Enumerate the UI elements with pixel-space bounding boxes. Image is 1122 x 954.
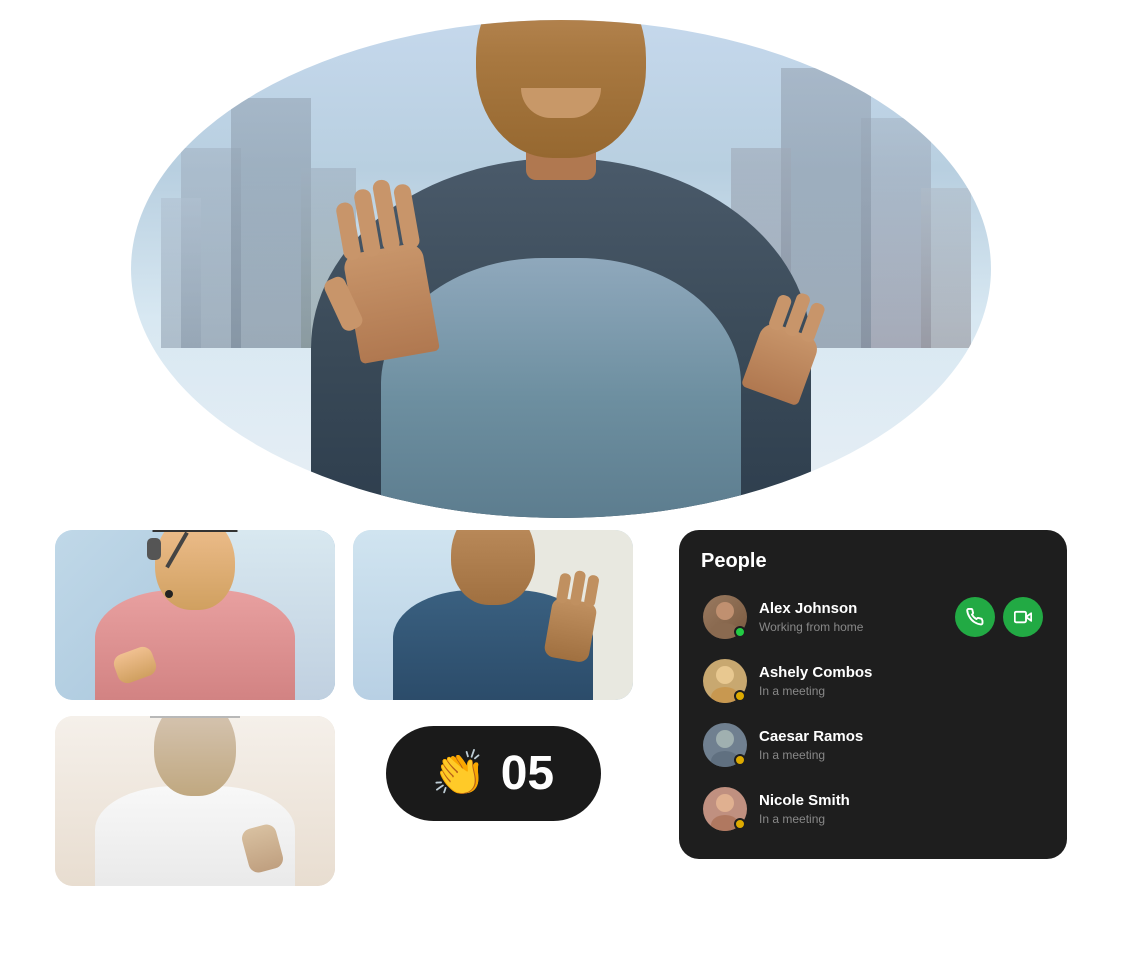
call-button-alex[interactable] xyxy=(955,597,995,637)
thumbnail-man-waving[interactable] xyxy=(353,530,633,700)
people-panel-title: People xyxy=(697,550,1049,573)
person-name-ashely: Ashely Combos xyxy=(759,664,1043,682)
status-dot-ashely xyxy=(734,690,746,702)
emoji-count: 05 xyxy=(501,750,554,798)
avatar-nicole xyxy=(703,787,747,831)
person-item-nicole[interactable]: Nicole Smith In a meeting xyxy=(697,779,1049,839)
main-video-oval xyxy=(131,20,991,518)
video-button-alex[interactable] xyxy=(1003,597,1043,637)
person-info-caesar: Caesar Ramos In a meeting xyxy=(759,728,1043,762)
avatar-alex xyxy=(703,595,747,639)
person-actions-alex xyxy=(955,597,1043,637)
person-name-alex: Alex Johnson xyxy=(759,600,943,618)
person-info-alex: Alex Johnson Working from home xyxy=(759,600,943,634)
status-dot-nicole xyxy=(734,818,746,830)
people-panel: People Alex Johnson Working from home xyxy=(679,530,1067,859)
person-item-caesar[interactable]: Caesar Ramos In a meeting xyxy=(697,715,1049,775)
person-item-alex[interactable]: Alex Johnson Working from home xyxy=(697,587,1049,647)
person-status-nicole: In a meeting xyxy=(759,812,1043,826)
avatar-caesar xyxy=(703,723,747,767)
main-video-container xyxy=(131,20,991,518)
clap-emoji: 👏 xyxy=(432,752,487,796)
person-name-caesar: Caesar Ramos xyxy=(759,728,1043,746)
left-thumbnails xyxy=(55,530,335,886)
person-status-caesar: In a meeting xyxy=(759,748,1043,762)
avatar-ashely xyxy=(703,659,747,703)
person-item-ashely[interactable]: Ashely Combos In a meeting xyxy=(697,651,1049,711)
person-status-ashely: In a meeting xyxy=(759,684,1043,698)
emoji-counter: 👏 05 xyxy=(386,726,601,821)
phone-icon xyxy=(966,608,984,626)
person-name-nicole: Nicole Smith xyxy=(759,792,1043,810)
video-icon xyxy=(1014,608,1032,626)
person-info-nicole: Nicole Smith In a meeting xyxy=(759,792,1043,826)
bottom-row: 👏 05 People Alex Johnson Working from ho… xyxy=(55,530,1067,886)
person-status-alex: Working from home xyxy=(759,620,943,634)
thumbnail-woman-headset[interactable] xyxy=(55,530,335,700)
middle-column: 👏 05 xyxy=(353,530,633,821)
status-dot-alex xyxy=(734,626,746,638)
person-info-ashely: Ashely Combos In a meeting xyxy=(759,664,1043,698)
status-dot-caesar xyxy=(734,754,746,766)
thumbnail-older-woman[interactable] xyxy=(55,716,335,886)
